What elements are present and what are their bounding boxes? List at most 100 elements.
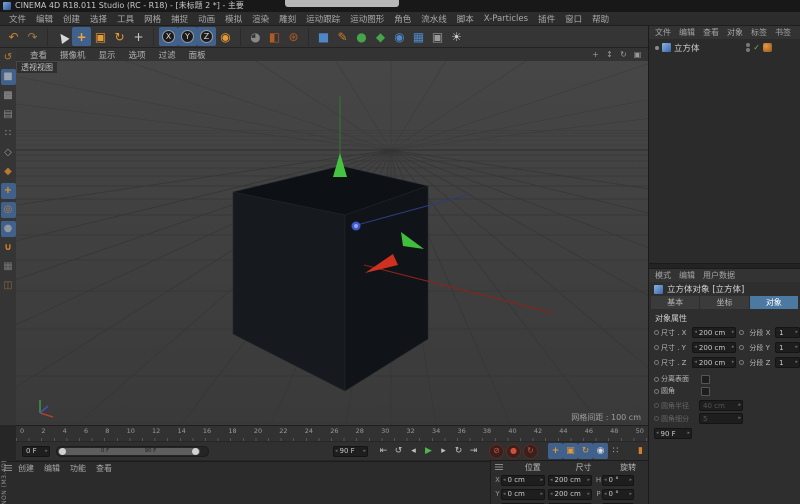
scale-tool-button[interactable]: ▣	[91, 27, 110, 46]
play-button[interactable]: ▶	[421, 443, 436, 459]
workplane-mode-button[interactable]: ▤	[1, 107, 16, 123]
pan-view-button[interactable]: +	[590, 49, 601, 60]
menu-item[interactable]: 运动图形	[345, 13, 389, 25]
size-x-field[interactable]: ◂ 200 cm ▸	[548, 474, 592, 486]
cube-object-icon[interactable]	[662, 43, 671, 52]
menu-item[interactable]: 模拟	[220, 13, 247, 25]
rotation-h-field[interactable]: ◂ 0 ° ▸	[602, 474, 634, 486]
object-manager-menu-item[interactable]: 对象	[727, 27, 743, 38]
menu-item[interactable]: 流水线	[416, 13, 452, 25]
render-view-button[interactable]: ◕	[246, 27, 265, 46]
current-frame-field[interactable]: 0 F ▸	[22, 445, 50, 457]
panel-menu-icon[interactable]	[495, 464, 503, 470]
menu-item[interactable]: 捕捉	[166, 13, 193, 25]
pen-spline-button[interactable]: ✎	[333, 27, 352, 46]
cube-left-face[interactable]	[232, 191, 346, 392]
rotate-view-button[interactable]: ↻	[618, 49, 629, 60]
object-row[interactable]: 立方体 ✓	[649, 41, 800, 54]
object-manager-menu-item[interactable]: 编辑	[679, 27, 695, 38]
end-frame-field[interactable]: ◂ 90 F ▸	[333, 445, 368, 457]
viewport-menu-item[interactable]: 选项	[129, 49, 146, 61]
keyframe-dot-icon[interactable]	[654, 360, 659, 365]
light-button[interactable]: ☀	[447, 27, 466, 46]
next-frame-button[interactable]: ▸	[436, 443, 451, 459]
range-start-handle[interactable]	[58, 447, 66, 455]
attribute-menu-item[interactable]: 模式	[655, 270, 671, 281]
prev-frame-button[interactable]: ◂	[406, 443, 421, 459]
phong-tag-icon[interactable]	[763, 43, 772, 52]
menu-item[interactable]: X-Particles	[479, 14, 533, 24]
material-menu-item[interactable]: 编辑	[44, 463, 60, 474]
lock-workplane-button[interactable]: ◫	[1, 278, 16, 294]
lock-z-axis-button[interactable]: Z	[197, 27, 216, 46]
rotate-tool-button[interactable]: ↻	[110, 27, 129, 46]
rotation-p-field[interactable]: ◂ 0 ° ▸	[602, 488, 634, 500]
sound-button[interactable]: ▮	[633, 443, 648, 459]
viewport-menu-item[interactable]: 显示	[99, 49, 116, 61]
segments-x-field[interactable]: 1 ▸	[775, 327, 800, 338]
tab-basic[interactable]: 基本	[651, 296, 700, 309]
environment-button[interactable]: ▦	[409, 27, 428, 46]
menu-item[interactable]: 插件	[533, 13, 560, 25]
size-y-field[interactable]: ◂ 200 cm ▸	[692, 342, 737, 353]
keyframe-dot-icon[interactable]	[739, 360, 745, 365]
attribute-menu-item[interactable]: 编辑	[679, 270, 695, 281]
cube-object[interactable]	[232, 165, 430, 392]
deformer-button[interactable]: ◆	[371, 27, 390, 46]
segments-z-field[interactable]: 1 ▸	[775, 357, 800, 368]
menu-item[interactable]: 选择	[85, 13, 112, 25]
segments-y-field[interactable]: 1 ▸	[775, 342, 800, 353]
separate-surfaces-checkbox[interactable]	[701, 374, 710, 384]
keyframe-dot-icon[interactable]	[739, 330, 745, 335]
snap-button[interactable]: ●	[0, 221, 16, 237]
coordinate-system-button[interactable]: ◉	[216, 27, 235, 46]
polygons-mode-button[interactable]: ◆	[1, 164, 16, 180]
menu-item[interactable]: 雕刻	[274, 13, 301, 25]
viewport-menu-item[interactable]: 摄像机	[60, 49, 86, 61]
object-manager-menu-item[interactable]: 书签	[775, 27, 791, 38]
preview-range-slider[interactable]: 0 F 90 F	[55, 445, 210, 457]
subdivision-surface-button[interactable]: ●	[352, 27, 371, 46]
key-scale-button[interactable]: ▣	[563, 443, 578, 459]
size-y-field[interactable]: ◂ 200 cm ▸	[548, 488, 592, 500]
menu-item[interactable]: 编辑	[31, 13, 58, 25]
menu-item[interactable]: 渲染	[247, 13, 274, 25]
next-key-button[interactable]: ↻	[451, 443, 466, 459]
key-parameter-button[interactable]: ◉	[593, 443, 608, 459]
max-frame-field[interactable]: ◂ 90 F ▸	[654, 428, 692, 439]
size-x-field[interactable]: ◂ 200 cm ▸	[692, 327, 737, 338]
range-end-handle[interactable]	[191, 447, 199, 455]
autokey-button[interactable]: ●	[506, 443, 521, 459]
model-mode-button[interactable]: ■	[0, 69, 16, 85]
lock-y-axis-button[interactable]: Y	[178, 27, 197, 46]
menu-item[interactable]: 创建	[58, 13, 85, 25]
visibility-dots-icon[interactable]	[746, 43, 751, 52]
keyframe-dot-icon[interactable]	[654, 376, 659, 382]
menu-item[interactable]: 窗口	[560, 13, 587, 25]
keyframe-dot-icon[interactable]	[654, 345, 659, 350]
toggle-view-button[interactable]: ▣	[632, 49, 643, 60]
enable-axis-button[interactable]: +	[0, 183, 16, 199]
lock-x-axis-button[interactable]: X	[159, 27, 178, 46]
key-rotation-button[interactable]: ↻	[578, 443, 593, 459]
size-z-field[interactable]: ◂200 cm▸	[692, 357, 737, 368]
magnet-snap-button[interactable]: ∪	[1, 240, 16, 256]
render-picture-viewer-button[interactable]: ◧	[265, 27, 284, 46]
make-editable-button[interactable]: ↺	[1, 50, 16, 66]
material-menu-item[interactable]: 功能	[70, 463, 86, 474]
render-settings-button[interactable]: ⊛	[284, 27, 303, 46]
add-cube-button[interactable]: ■	[314, 27, 333, 46]
menu-item[interactable]: 工具	[112, 13, 139, 25]
keyframe-dot-icon[interactable]	[739, 345, 745, 350]
material-menu-item[interactable]: 查看	[96, 463, 112, 474]
viewport-solo-button[interactable]: ◎	[0, 202, 16, 218]
goto-end-button[interactable]: ⇥	[466, 443, 481, 459]
last-tool-button[interactable]: +	[129, 27, 148, 46]
object-manager-menu-item[interactable]: 查看	[703, 27, 719, 38]
object-name[interactable]: 立方体	[674, 42, 700, 54]
menu-item[interactable]: 文件	[4, 13, 31, 25]
undo-button[interactable]: ↶	[4, 27, 23, 46]
spline-primitive-button[interactable]: ◉	[390, 27, 409, 46]
menu-item[interactable]: 帮助	[587, 13, 614, 25]
attribute-menu-item[interactable]: 用户数据	[703, 270, 735, 281]
